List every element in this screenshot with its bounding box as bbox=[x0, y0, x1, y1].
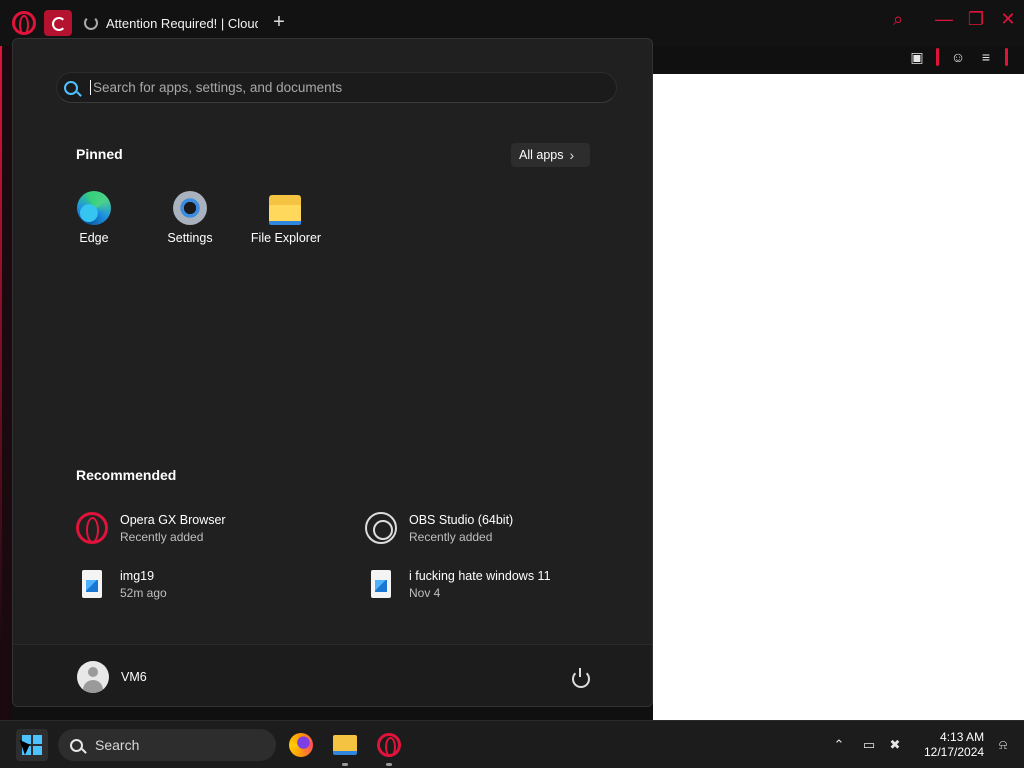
clock-date: 12/17/2024 bbox=[924, 745, 985, 759]
plus-icon[interactable]: + bbox=[268, 12, 290, 34]
image-file-icon bbox=[365, 568, 397, 600]
easy-setup-icon[interactable]: ≡ bbox=[977, 48, 995, 66]
pinned-app-settings[interactable]: Settings bbox=[147, 189, 233, 249]
account-icon[interactable]: ☺ bbox=[949, 48, 967, 66]
recommended-item-subtitle: Recently added bbox=[409, 529, 493, 544]
search-icon bbox=[70, 738, 83, 752]
volume-muted-icon[interactable]: ✖ bbox=[884, 734, 906, 756]
loading-spinner-icon bbox=[84, 16, 98, 30]
restore-button[interactable]: ❐ bbox=[964, 7, 988, 31]
page-content bbox=[653, 74, 1024, 720]
minimize-button[interactable]: — bbox=[932, 7, 956, 31]
recommended-item-name: i fucking hate windows 11 bbox=[409, 568, 551, 583]
recommended-item-subtitle: Recently added bbox=[120, 529, 204, 544]
recommended-item-name: img19 bbox=[120, 568, 155, 583]
taskbar-search-box[interactable]: Search bbox=[58, 729, 276, 761]
pinned-app-edge[interactable]: Edge bbox=[51, 189, 137, 249]
browser-sidebar bbox=[0, 46, 12, 720]
network-icon[interactable]: ▭ bbox=[858, 734, 880, 756]
system-tray: ⌃ ▭ ✖ 4:13 AM 12/17/2024 ⍾ bbox=[828, 729, 1014, 761]
pinned-app-file-explorer[interactable]: File Explorer bbox=[243, 189, 329, 249]
image-file-icon bbox=[76, 568, 108, 600]
start-search-box[interactable] bbox=[56, 72, 617, 103]
taskbar-app-firefox[interactable] bbox=[285, 729, 317, 761]
tab-active[interactable]: Attention Required! | Cloudflare bbox=[78, 10, 264, 36]
pinned-app-label: Edge bbox=[79, 231, 109, 245]
taskbar-app-opera-gx[interactable] bbox=[373, 729, 405, 766]
opera-gx-icon bbox=[76, 512, 108, 544]
recommended-item-subtitle: 52m ago bbox=[120, 585, 167, 600]
running-indicator bbox=[386, 763, 392, 766]
user-name[interactable]: VM6 bbox=[121, 670, 147, 684]
chevron-right-icon: › bbox=[569, 147, 575, 163]
file-explorer-icon bbox=[333, 735, 357, 755]
sidebar-toggle-icon[interactable] bbox=[44, 10, 72, 36]
notification-bell-icon[interactable]: ⍾ bbox=[992, 734, 1014, 756]
search-tabs-icon[interactable]: ⌕ bbox=[886, 7, 910, 31]
power-icon[interactable] bbox=[569, 666, 591, 688]
recommended-item-image-file[interactable]: i fucking hate windows 11 Nov 4 bbox=[365, 564, 551, 604]
all-apps-label: All apps bbox=[519, 148, 564, 162]
start-menu-user-bar: VM6 bbox=[13, 644, 652, 706]
settings-icon bbox=[173, 191, 207, 225]
toolbar-divider bbox=[936, 48, 939, 66]
firefox-icon bbox=[289, 733, 313, 757]
start-menu: Pinned All apps › Edge Settings File Exp… bbox=[12, 38, 653, 707]
avatar[interactable] bbox=[77, 661, 109, 693]
pinned-heading: Pinned bbox=[76, 146, 123, 162]
toolbar-divider bbox=[1005, 48, 1008, 66]
search-icon bbox=[64, 80, 78, 95]
file-explorer-icon bbox=[269, 191, 303, 225]
clock-time: 4:13 AM bbox=[940, 730, 985, 744]
clock[interactable]: 4:13 AM 12/17/2024 bbox=[924, 730, 984, 760]
pinned-app-label: Settings bbox=[167, 231, 213, 245]
opera-gx-icon bbox=[377, 733, 401, 757]
start-search-input[interactable] bbox=[90, 80, 616, 95]
camera-icon[interactable]: ▣ bbox=[908, 48, 926, 66]
recommended-item-subtitle: Nov 4 bbox=[409, 585, 441, 600]
edge-icon bbox=[77, 191, 111, 225]
recommended-heading: Recommended bbox=[76, 467, 177, 483]
recommended-item-name: OBS Studio (64bit) bbox=[409, 512, 514, 527]
running-indicator bbox=[342, 763, 348, 766]
opera-gx-menu-icon[interactable] bbox=[12, 11, 36, 35]
recommended-item-obs[interactable]: OBS Studio (64bit) Recently added bbox=[365, 508, 513, 548]
chevron-up-icon[interactable]: ⌃ bbox=[828, 734, 850, 756]
recommended-item-img19[interactable]: img19 52m ago bbox=[76, 564, 167, 604]
close-button[interactable]: ✕ bbox=[996, 7, 1020, 31]
all-apps-button[interactable]: All apps › bbox=[511, 143, 590, 167]
browser-toolbar: ▣ ☺ ≡ bbox=[908, 44, 1008, 70]
taskbar-search-label: Search bbox=[95, 737, 140, 753]
taskbar: Search ⌃ ▭ ✖ 4:13 AM 12/17/2024 ⍾ bbox=[0, 720, 1024, 768]
pinned-app-label: File Explorer bbox=[250, 231, 322, 245]
tab-title: Attention Required! | Cloudflare bbox=[106, 15, 258, 31]
recommended-item-opera-gx[interactable]: Opera GX Browser Recently added bbox=[76, 508, 226, 548]
taskbar-app-file-explorer[interactable] bbox=[329, 729, 361, 766]
start-button[interactable] bbox=[16, 729, 48, 761]
obs-icon bbox=[365, 512, 397, 544]
recommended-item-name: Opera GX Browser bbox=[120, 512, 226, 527]
